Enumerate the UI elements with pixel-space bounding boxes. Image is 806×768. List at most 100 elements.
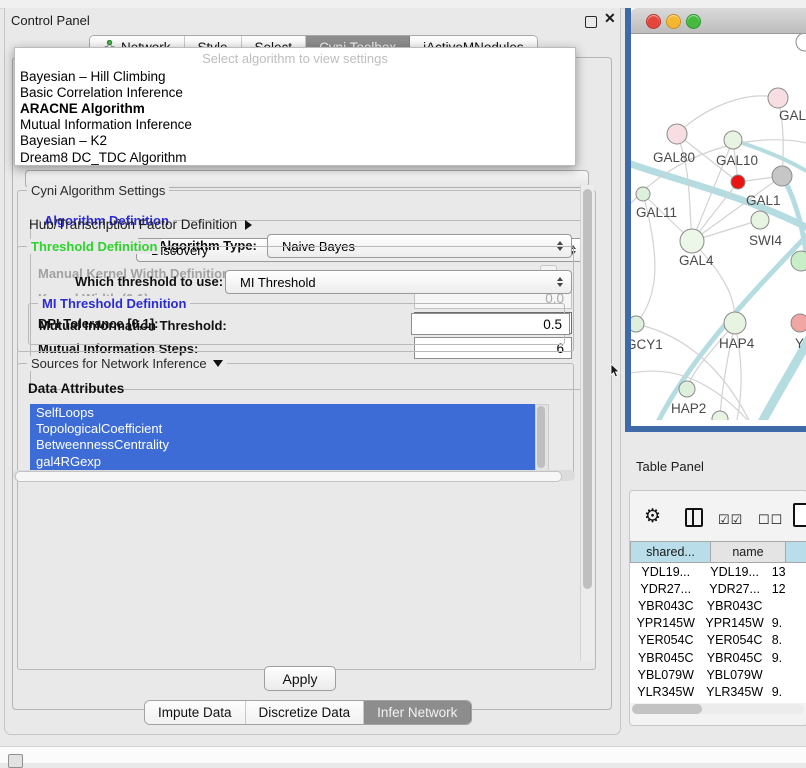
- restore-panel-icon[interactable]: [8, 754, 23, 768]
- attribute-item[interactable]: TopologicalCoefficient: [30, 420, 535, 436]
- table-cell: YER054C: [702, 632, 768, 649]
- table-cell: [768, 597, 806, 614]
- dropdown-item[interactable]: Bayesian – Hill Climbing: [15, 68, 575, 84]
- table-row[interactable]: YIL052CYIL052C9.: [630, 701, 806, 704]
- table-cell: 9.: [768, 615, 806, 632]
- network-node[interactable]: [667, 124, 687, 144]
- data-attributes-label: Data Attributes: [28, 381, 124, 396]
- dropdown-item[interactable]: Basic Correlation Inference: [15, 84, 575, 100]
- group-title: MI Threshold Definition: [38, 296, 190, 311]
- node-label: GCY1: [631, 337, 663, 352]
- table-cell: YBR045C: [630, 649, 702, 666]
- cyni-bottom-tabs: Impute Data Discretize Data Infer Network: [144, 700, 472, 725]
- table-cell: YPR145W: [630, 615, 702, 632]
- node-label: Y: [795, 336, 804, 351]
- data-attributes-list[interactable]: SelfLoopsTopologicalCoefficientBetweenne…: [30, 404, 535, 470]
- network-node[interactable]: [680, 229, 704, 253]
- node-label: HAP2: [671, 401, 706, 416]
- hub-definition-expander[interactable]: Hub/Transcription Factor Definition: [29, 217, 252, 232]
- attribute-item[interactable]: SelfLoops: [30, 404, 535, 420]
- gear-icon[interactable]: ⚙: [644, 505, 661, 528]
- select-all-checkboxes-icon[interactable]: ☑☑: [718, 512, 743, 528]
- node-label: SWI4: [749, 233, 782, 248]
- table-cell: 9.: [768, 701, 806, 704]
- dropdown-item[interactable]: Dream8 DC_TDC Algorithm: [15, 149, 575, 165]
- table-cell: 12: [768, 580, 806, 597]
- hub-definition-label: Hub/Transcription Factor Definition: [29, 217, 237, 232]
- network-node[interactable]: [791, 251, 806, 271]
- table-row[interactable]: YER054CYER054C8.: [630, 632, 806, 649]
- network-node[interactable]: [791, 314, 806, 332]
- float-window-icon[interactable]: [585, 16, 597, 28]
- apply-button[interactable]: Apply: [264, 666, 336, 691]
- column-header[interactable]: [786, 541, 806, 563]
- tab-impute-data[interactable]: Impute Data: [145, 701, 246, 724]
- dropdown-item[interactable]: ARACNE Algorithm: [15, 100, 575, 116]
- table-cell: [768, 666, 806, 683]
- settings-horizontal-scrollbar[interactable]: [13, 470, 575, 481]
- network-canvas[interactable]: GALGAL80GAL10GAL11GAL1SWI4GAL4GCY1HAP4YH…: [631, 34, 806, 420]
- table-cell: YIL052C: [630, 701, 702, 704]
- table-cell: 8.: [768, 632, 806, 649]
- network-node[interactable]: [631, 316, 644, 332]
- network-node[interactable]: [636, 187, 650, 201]
- network-node[interactable]: [724, 131, 742, 149]
- tab-label: Discretize Data: [259, 705, 351, 720]
- table-cell: YLR345W: [702, 683, 768, 700]
- network-node[interactable]: [796, 34, 806, 51]
- table-cell: YBL079W: [702, 666, 768, 683]
- group-title: Cyni Algorithm Settings: [27, 183, 169, 198]
- table-row[interactable]: YBL079WYBL079W: [630, 666, 806, 683]
- table-header-row: shared...name: [630, 541, 806, 563]
- threshold-definition-group: Threshold Definition Which threshold to …: [17, 246, 574, 352]
- table-cell: YER054C: [630, 632, 702, 649]
- deselect-all-checkboxes-icon[interactable]: ☐☐: [758, 512, 783, 528]
- dropdown-item[interactable]: Mutual Information Inference: [15, 117, 575, 133]
- table-cell: YDR27...: [630, 580, 702, 597]
- network-view-window: GALGAL80GAL10GAL11GAL1SWI4GAL4GCY1HAP4YH…: [625, 8, 806, 432]
- combo-arrows-icon: [557, 277, 563, 287]
- tab-label: Infer Network: [377, 705, 457, 720]
- table-cell: YDR27...: [702, 580, 768, 597]
- attributes-scrollbar[interactable]: [535, 404, 549, 472]
- table-row[interactable]: YPR145WYPR145W9.: [630, 615, 806, 632]
- table-cell: YLR345W: [630, 683, 702, 700]
- network-node[interactable]: [768, 88, 788, 108]
- attribute-item[interactable]: gal4RGexp: [30, 453, 535, 469]
- network-node[interactable]: [731, 175, 745, 189]
- network-window-titlebar[interactable]: [631, 8, 806, 34]
- zoom-traffic-light-icon[interactable]: [686, 14, 701, 29]
- table-row[interactable]: YDR27...YDR27...12: [630, 580, 806, 597]
- mi-threshold-label: Mutual Information Threshold:: [39, 318, 227, 333]
- table-row[interactable]: YDL19...YDL19...13: [630, 563, 806, 580]
- document-icon[interactable]: [793, 503, 806, 527]
- attribute-item[interactable]: BetweennessCentrality: [30, 437, 535, 453]
- node-label: HAP4: [719, 336, 755, 351]
- which-threshold-select[interactable]: MI Threshold: [225, 270, 572, 294]
- table-row[interactable]: YBR043CYBR043C: [630, 597, 806, 614]
- table-row[interactable]: YBR045CYBR045C9.: [630, 649, 806, 666]
- settings-vertical-scrollbar[interactable]: [580, 185, 594, 661]
- network-node[interactable]: [751, 211, 769, 229]
- sources-expander[interactable]: Sources for Network Inference: [27, 356, 227, 371]
- close-traffic-light-icon[interactable]: [646, 14, 661, 29]
- columns-icon[interactable]: [685, 508, 703, 527]
- expand-right-icon: [245, 220, 252, 230]
- tab-infer-network[interactable]: Infer Network: [364, 701, 471, 724]
- network-node[interactable]: [679, 381, 695, 397]
- sources-group: Sources for Network Inference Data Attri…: [17, 363, 574, 477]
- tab-discretize-data[interactable]: Discretize Data: [246, 701, 365, 724]
- network-node[interactable]: [724, 312, 746, 334]
- table-horizontal-scrollbar[interactable]: [632, 704, 804, 714]
- close-icon[interactable]: ✕: [604, 10, 616, 27]
- mi-threshold-field[interactable]: 0.5: [411, 313, 570, 335]
- dropdown-item[interactable]: Bayesian – K2: [15, 133, 575, 149]
- column-header[interactable]: name: [711, 541, 786, 563]
- footer-strip: [0, 746, 806, 763]
- table-row[interactable]: YLR345WYLR345W9.: [630, 683, 806, 700]
- minimize-traffic-light-icon[interactable]: [666, 14, 681, 29]
- column-header[interactable]: shared...: [630, 541, 711, 563]
- network-node[interactable]: [772, 166, 792, 186]
- which-threshold-value: MI Threshold: [240, 275, 316, 290]
- network-node[interactable]: [712, 411, 728, 420]
